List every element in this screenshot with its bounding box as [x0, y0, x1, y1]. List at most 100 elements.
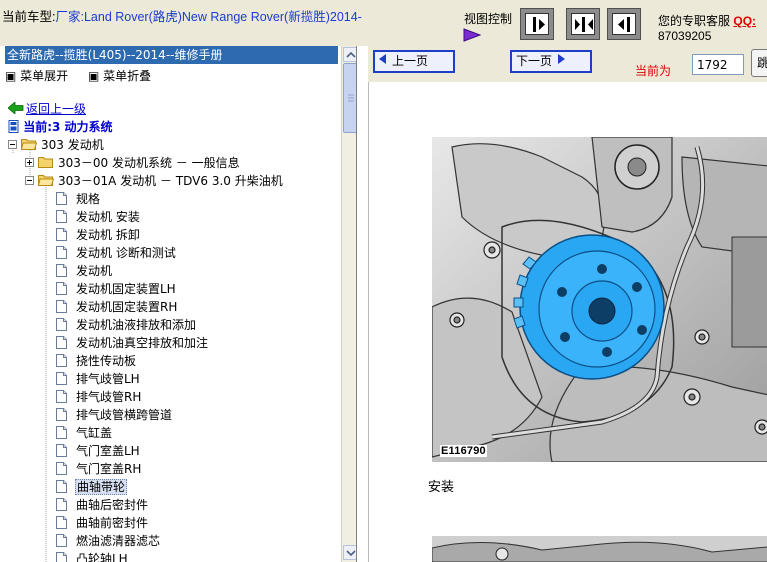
document-icon: [56, 336, 67, 349]
split-view-icon: [575, 17, 593, 32]
document-icon: [56, 498, 67, 511]
tree-leaf-label: 发动机: [76, 264, 113, 278]
tree-leaf-item[interactable]: 曲轴前密封件: [56, 514, 149, 532]
tree-leaf-item[interactable]: 气缸盖: [56, 424, 113, 442]
tree-leaf-item[interactable]: 发动机 诊断和测试: [56, 244, 177, 262]
document-icon: [56, 390, 67, 403]
tree-leaf-label: 气门室盖LH: [76, 444, 140, 458]
tree-leaf-item[interactable]: 发动机固定装置RH: [56, 298, 178, 316]
chevron-up-icon: [346, 51, 356, 58]
tree-leaf-label: 曲轴带轮: [75, 479, 128, 495]
page-navigation: 上一页 下一页 当前为 跳转: [368, 46, 767, 82]
document-icon: [56, 408, 67, 421]
tree-leaf-label: 发动机 拆卸: [76, 228, 140, 242]
tree-leaf-item[interactable]: 发动机油液排放和添加: [56, 316, 197, 334]
current-page-label: 当前为: [635, 64, 672, 78]
tree-leaf-item[interactable]: 发动机 安装: [56, 208, 141, 226]
tree-node-group[interactable]: 303－01A 发动机 － TDV6 3.0 升柴油机: [25, 172, 284, 190]
document-icon: [56, 210, 67, 223]
collapse-right-icon: [618, 17, 630, 32]
scroll-thumb[interactable]: [343, 63, 356, 133]
tree-leaf-label: 发动机固定装置RH: [76, 300, 178, 314]
tree-leaf-label: 排气歧管LH: [76, 372, 140, 386]
document-icon: [56, 246, 67, 259]
arrow-right-icon: [558, 54, 566, 64]
tree-leaf-item[interactable]: 发动机: [56, 262, 113, 280]
back-link[interactable]: 返回上一级: [8, 100, 86, 117]
view-split-button[interactable]: [566, 8, 600, 40]
current-system: 当前:3 动力系统: [8, 118, 113, 135]
tree-leaf-item[interactable]: 排气歧管LH: [56, 370, 141, 388]
tree-leaf-item[interactable]: 挠性传动板: [56, 352, 137, 370]
next-page-button[interactable]: 下一页: [510, 50, 592, 73]
tree-leaf-item[interactable]: 气门室盖RH: [56, 460, 142, 478]
jump-button[interactable]: 跳转: [751, 49, 767, 77]
support-qq-link[interactable]: QQ:: [733, 14, 756, 28]
tree-leaf-item[interactable]: 发动机固定装置LH: [56, 280, 177, 298]
tree-leaf-item[interactable]: 发动机油真空排放和加注: [56, 334, 209, 352]
document-icon: [56, 264, 67, 277]
vehicle-label: 当前车型:: [2, 10, 56, 24]
view-collapse-left-button[interactable]: [520, 8, 554, 40]
document-icon: [56, 300, 67, 313]
tree-leaf-label: 规格: [76, 192, 101, 206]
collapse-left-icon: [533, 17, 545, 32]
collapse-icon[interactable]: [25, 176, 34, 185]
tree-leaf-label: 排气歧管横跨管道: [76, 408, 173, 422]
tree-leaf-item[interactable]: 规格: [56, 190, 101, 208]
tree-leaf-item[interactable]: 曲轴带轮: [56, 478, 128, 496]
crankshaft-pulley-diagram: [432, 137, 767, 462]
prev-page-button[interactable]: 上一页: [373, 50, 455, 73]
document-icon: [56, 534, 67, 547]
grip-icon: [348, 94, 354, 102]
tree-leaf-label: 气门室盖RH: [76, 462, 142, 476]
document-icon: [56, 444, 67, 457]
tree-leaf-item[interactable]: 曲轴后密封件: [56, 496, 149, 514]
vehicle-title: 当前车型:厂家:Land Rover(路虎)New Range Rover(新揽…: [2, 6, 362, 25]
navigation-panel: 全新路虎--揽胜(L405)--2014--维修手册 ▣ 菜单展开 ▣ 菜单折叠…: [0, 46, 357, 562]
manual-title: 全新路虎--揽胜(L405)--2014--维修手册: [5, 46, 338, 64]
tree-leaf-item[interactable]: 燃油滤清器滤芯: [56, 532, 161, 550]
collapse-icon[interactable]: [8, 140, 17, 149]
expand-icon[interactable]: [25, 158, 34, 167]
tree-leaf-label: 发动机 诊断和测试: [76, 246, 176, 260]
tree-leaf-item[interactable]: 气门室盖LH: [56, 442, 141, 460]
scroll-down-button[interactable]: [343, 545, 356, 560]
page-number-input[interactable]: [692, 54, 744, 75]
arrow-left-icon: [379, 54, 386, 64]
expand-menu-button[interactable]: ▣ 菜单展开: [5, 69, 76, 83]
left-scrollbar[interactable]: [341, 46, 356, 562]
menu-controls: ▣ 菜单展开 ▣ 菜单折叠: [5, 67, 167, 84]
tree-leaf-label: 发动机油真空排放和加注: [76, 336, 209, 350]
folder-open-icon: [21, 139, 37, 150]
document-icon: [56, 516, 67, 529]
tree-node-root[interactable]: 303 发动机: [8, 136, 105, 154]
tree-leaf-item[interactable]: 排气歧管横跨管道: [56, 406, 173, 424]
tree-leaf-label: 发动机 安装: [76, 210, 140, 224]
tree-leaf-label: 排气歧管RH: [76, 390, 142, 404]
scroll-up-button[interactable]: [343, 47, 356, 62]
customer-support-info: 您的专职客服 QQ: 87039205: [658, 14, 767, 44]
document-icon: [56, 192, 67, 205]
view-collapse-right-button[interactable]: [607, 8, 641, 40]
document-icon: [56, 480, 67, 493]
tree-leaf-item[interactable]: 凸轮轴LH: [56, 550, 129, 562]
figure-code: E116790: [440, 445, 487, 457]
top-toolbar: 当前车型:厂家:Land Rover(路虎)New Range Rover(新揽…: [0, 0, 767, 46]
tree-leaf-item[interactable]: 发动机 拆卸: [56, 226, 141, 244]
tree-leaf-label: 发动机油液排放和添加: [76, 318, 197, 332]
section-heading: 安装: [428, 480, 455, 495]
back-arrow-icon: [8, 102, 24, 114]
tree-leaf-item[interactable]: 排气歧管RH: [56, 388, 142, 406]
tree-node-group[interactable]: 303－00 发动机系统 － 一般信息: [25, 154, 241, 172]
vehicle-value: 厂家:Land Rover(路虎)New Range Rover(新揽胜)201…: [55, 10, 362, 24]
document-icon: [56, 282, 67, 295]
folder-icon: [38, 157, 53, 168]
tree-leaf-label: 曲轴后密封件: [76, 498, 149, 512]
tree-leaf-label: 燃油滤清器滤芯: [76, 534, 161, 548]
support-phone: 87039205: [658, 29, 712, 43]
system-icon: [8, 120, 19, 133]
second-diagram: [432, 536, 767, 562]
document-icon: [56, 372, 67, 385]
collapse-menu-button[interactable]: ▣ 菜单折叠: [88, 69, 159, 83]
